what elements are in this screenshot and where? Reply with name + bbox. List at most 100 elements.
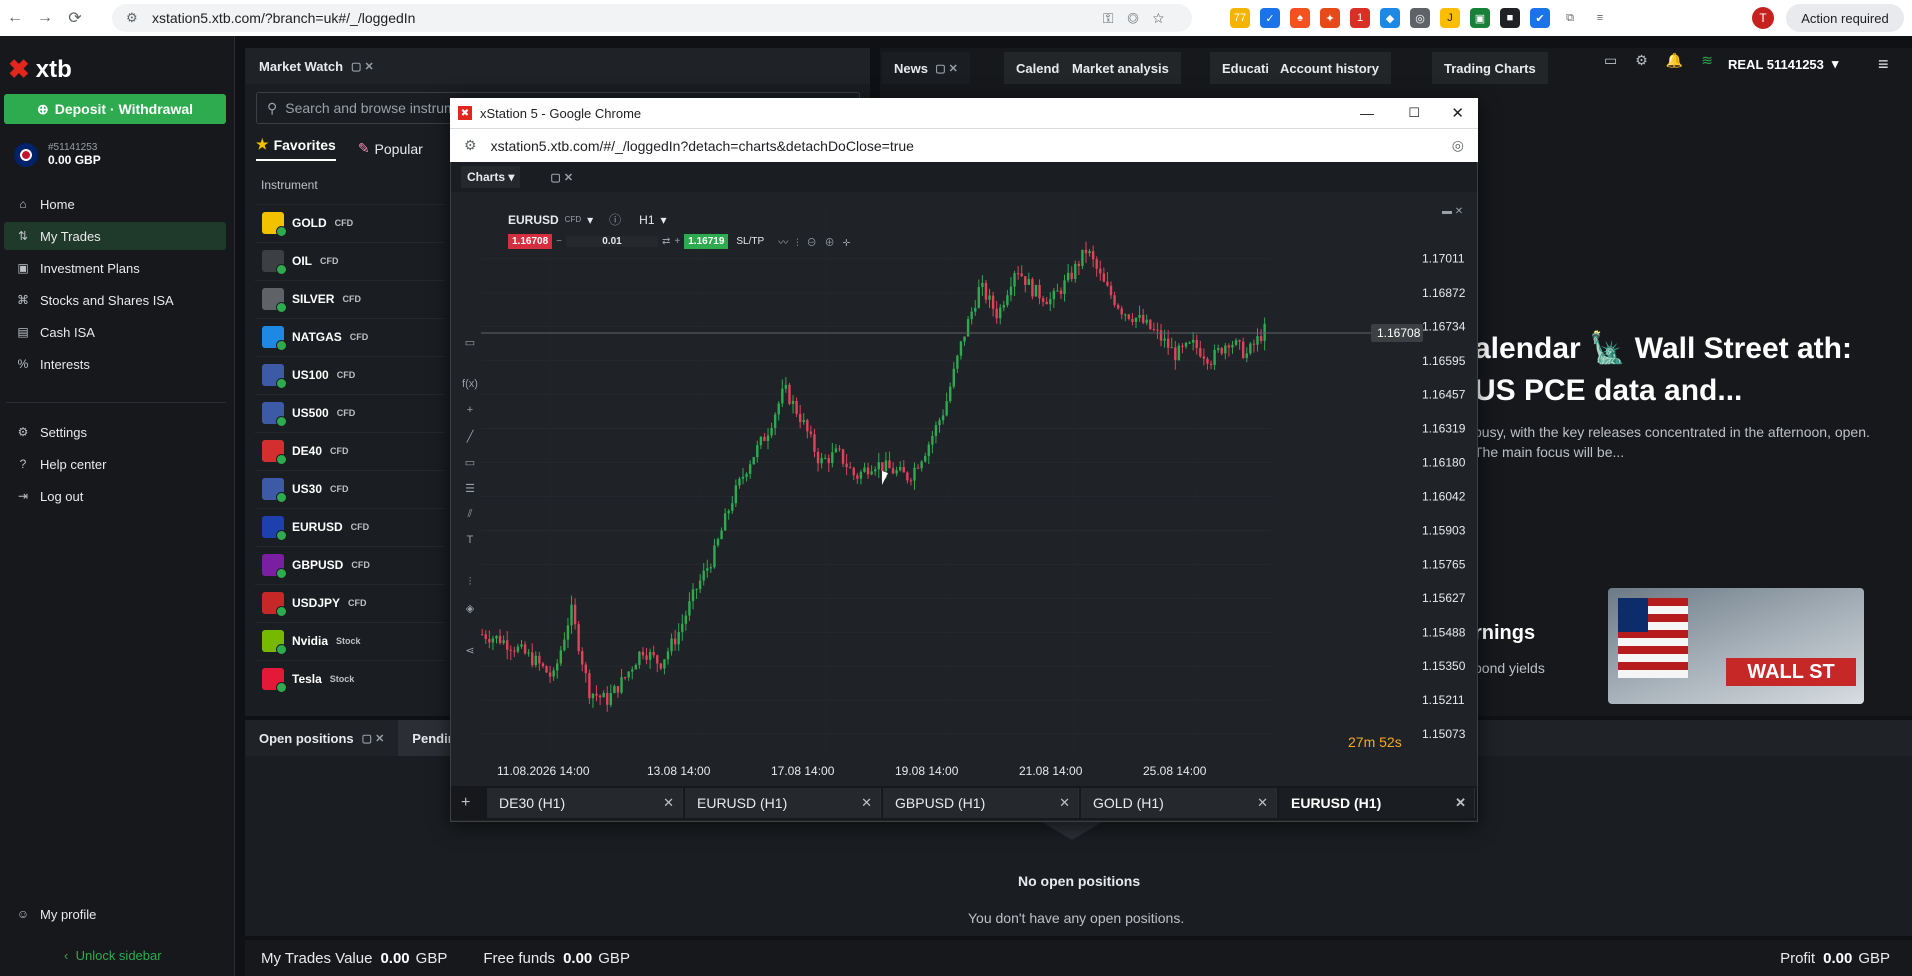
chart-window-controls[interactable]: ▬ ✕ [1442, 206, 1463, 217]
sidebar-item-settings[interactable]: ⚙ Settings [4, 418, 226, 446]
instrument-row[interactable]: NATGAS CFD [255, 318, 445, 354]
puzzle-icon[interactable]: ⧉ [1560, 8, 1580, 28]
tab-market-analysis[interactable]: Market analysis [1060, 52, 1181, 84]
back-icon[interactable]: ← [0, 9, 30, 27]
tab-detach-close-icons[interactable]: ▢ ✕ [935, 62, 958, 75]
extension-icon[interactable]: ♠ [1290, 8, 1310, 28]
chart-tools-icons[interactable]: 〰⫶⊖⊕✛ [778, 234, 858, 249]
charts-dropdown[interactable]: Charts ▾ [461, 166, 521, 188]
popup-titlebar[interactable]: ✖ xStation 5 - Google Chrome — ☐ ✕ [450, 98, 1478, 128]
chart-type-icon[interactable]: ▭ [461, 336, 479, 349]
extension-icon[interactable]: ◎ [1410, 8, 1430, 28]
menu-icon[interactable]: ≡ [1878, 54, 1889, 75]
sidebar-item-my-trades[interactable]: ⇅ My Trades [4, 222, 226, 250]
channel-icon[interactable]: ⫽ [461, 508, 479, 521]
instrument-row[interactable]: OIL CFD [255, 242, 445, 278]
instrument-row[interactable]: DE40 CFD [255, 432, 445, 468]
instrument-row[interactable]: US30 CFD [255, 470, 445, 506]
tab-market-watch[interactable]: Market Watch ▢ ✕ [245, 59, 388, 74]
chart-symbol[interactable]: EURUSD [508, 213, 559, 227]
layout-icon[interactable]: ▭ [1604, 52, 1617, 69]
add-chart-icon[interactable]: + [461, 794, 470, 812]
caret-down-icon[interactable]: ▾ [661, 213, 667, 227]
extension-icon[interactable]: ▣ [1470, 8, 1490, 28]
forward-icon[interactable]: → [30, 9, 60, 27]
star-icon[interactable]: ⚿◎☆ [1103, 10, 1178, 27]
tab-search-icon[interactable]: ≡ [1590, 8, 1610, 28]
popup-address-bar[interactable]: ⚙ xstation5.xtb.com/#/_/loggedIn?detach=… [450, 128, 1478, 162]
sell-button[interactable]: 1.16708 [508, 234, 553, 249]
sidebar-item-home[interactable]: ⌂ Home [4, 190, 226, 218]
fibonacci-icon[interactable]: ☰ [461, 482, 479, 495]
instrument-row[interactable]: Tesla Stock [255, 660, 445, 696]
instrument-row[interactable]: GOLD CFD [255, 204, 445, 240]
chart-tab-de30[interactable]: DE30 (H1) ✕ [487, 788, 683, 818]
layers-icon[interactable]: ◈ [461, 602, 479, 615]
account-summary[interactable]: #51141253 0.00 GBP [14, 142, 101, 167]
extension-icon[interactable]: J [1440, 8, 1460, 28]
instrument-row[interactable]: USDJPY CFD [255, 584, 445, 620]
extension-icon[interactable]: ✦ [1320, 8, 1340, 28]
swap-icon[interactable]: ⇄ [662, 236, 670, 247]
sidebar-item-log-out[interactable]: ⇥ Log out [4, 482, 226, 510]
instrument-row[interactable]: EURUSD CFD [255, 508, 445, 544]
deposit-withdrawal-button[interactable]: ⊕ Deposit · Withdrawal [4, 94, 226, 124]
chart-tab-eurusd[interactable]: EURUSD (H1) ✕ [685, 788, 881, 818]
account-selector[interactable]: REAL 51141253 ▾ [1728, 48, 1858, 80]
chart-tab-eurusd-active[interactable]: EURUSD (H1) ✕ [1279, 788, 1475, 818]
tab-open-positions[interactable]: Open positions ▢ ✕ [245, 731, 398, 746]
trendline-icon[interactable]: ╱ [461, 430, 479, 443]
instrument-row[interactable]: US100 CFD [255, 356, 445, 392]
chart-canvas[interactable]: 1.17011 1.16872 1.16734 1.16595 1.16457 1.163… [451, 192, 1477, 786]
site-settings-icon[interactable]: ⚙ [464, 137, 477, 154]
news-headline[interactable]: alendar 🗽 Wall Street ath: US PCE data a… [1474, 328, 1894, 412]
timeframe-selector[interactable]: H1 [639, 213, 654, 227]
profile-avatar[interactable]: T [1752, 7, 1774, 29]
share-icon[interactable]: ⋖ [461, 644, 479, 657]
close-icon[interactable]: ✕ [1451, 104, 1464, 122]
site-settings-icon[interactable]: ⚙ [126, 10, 142, 26]
close-icon[interactable]: ✕ [1257, 795, 1268, 811]
extension-icon[interactable]: ✓ [1260, 8, 1280, 28]
tab-news[interactable]: News ▢ ✕ [882, 52, 970, 84]
bell-icon[interactable]: 🔔 [1666, 52, 1683, 69]
news-item-title[interactable]: rnings [1474, 622, 1535, 645]
caret-down-icon[interactable]: ▾ [587, 213, 593, 227]
unlock-sidebar-button[interactable]: ‹ Unlock sidebar [64, 948, 162, 963]
maximize-icon[interactable]: ☐ [1408, 105, 1420, 121]
close-icon[interactable]: ✕ [861, 795, 872, 811]
close-icon[interactable]: ✕ [663, 795, 674, 811]
close-icon[interactable]: ✕ [1455, 795, 1466, 811]
plus-icon[interactable]: + [674, 236, 680, 247]
charts-detach-close-icons[interactable]: ▢ ✕ [550, 171, 573, 184]
network-icon[interactable]: ⚙ [1635, 52, 1648, 69]
column-header-instrument[interactable]: Instrument [261, 178, 318, 192]
measure-icon[interactable]: ⫶ [461, 576, 479, 589]
news-image[interactable]: WALL ST [1608, 588, 1864, 704]
crosshair-icon[interactable]: + [461, 404, 479, 416]
sidebar-item-investment-plans[interactable]: ▣ Investment Plans [4, 254, 226, 282]
instrument-row[interactable]: GBPUSD CFD [255, 546, 445, 582]
extension-icon[interactable]: 1 [1350, 8, 1370, 28]
rectangle-icon[interactable]: ▭ [461, 456, 479, 469]
instrument-row[interactable]: SILVER CFD [255, 280, 445, 316]
info-icon[interactable]: ⓘ [609, 211, 621, 228]
instrument-row[interactable]: US500 CFD [255, 394, 445, 430]
chart-tab-gbpusd[interactable]: GBPUSD (H1) ✕ [883, 788, 1079, 818]
tab-account-history[interactable]: Account history [1268, 52, 1391, 84]
sidebar-item-stocks-isa[interactable]: ⌘ Stocks and Shares ISA [4, 286, 226, 314]
instrument-row[interactable]: Nvidia Stock [255, 622, 445, 658]
sidebar-item-cash-isa[interactable]: ▤ Cash ISA [4, 318, 226, 346]
chart-tab-gold[interactable]: GOLD (H1) ✕ [1081, 788, 1277, 818]
filter-popular[interactable]: ✎ Popular [358, 136, 423, 161]
tab-detach-close-icons[interactable]: ▢ ✕ [362, 732, 385, 745]
sidebar-item-my-profile[interactable]: ☺ My profile [4, 900, 226, 928]
buy-button[interactable]: 1.16719 [684, 234, 729, 249]
sltp-button[interactable]: SL/TP [736, 236, 764, 247]
extension-icon[interactable]: ✔ [1530, 8, 1550, 28]
sidebar-item-interests[interactable]: % Interests [4, 350, 226, 378]
extension-icon[interactable]: 77 [1230, 8, 1250, 28]
extension-icon[interactable]: ◆ [1380, 8, 1400, 28]
chart-area[interactable]: 1.17011 1.16872 1.16734 1.16595 1.16457 1.163… [451, 192, 1477, 786]
minus-icon[interactable]: − [556, 236, 562, 247]
